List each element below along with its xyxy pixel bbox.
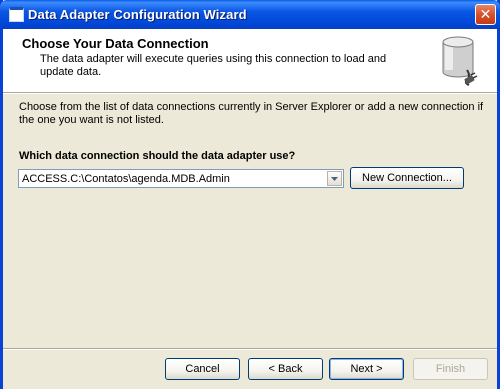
connection-select-value: ACCESS.C:\Contatos\agenda.MDB.Admin [22,173,230,185]
connection-question-label: Which data connection should the data ad… [19,150,296,162]
next-button[interactable]: Next > [329,358,404,380]
close-button[interactable]: ✕ [475,4,496,25]
database-plug-icon [442,36,478,86]
connection-select[interactable]: ACCESS.C:\Contatos\agenda.MDB.Admin [18,169,344,188]
instructions-text: Choose from the list of data connections… [19,101,484,126]
chevron-down-icon[interactable] [327,171,342,186]
new-connection-button[interactable]: New Connection... [350,167,464,189]
footer-divider [3,348,497,350]
page-description: The data adapter will execute queries us… [40,53,387,78]
back-button[interactable]: < Back [248,358,323,380]
close-icon: ✕ [479,6,492,22]
window-icon [9,7,24,22]
title-bar[interactable]: Data Adapter Configuration Wizard ✕ [0,0,500,29]
wizard-window: Data Adapter Configuration Wizard ✕ Choo… [0,0,500,389]
header-divider [3,93,497,94]
page-title: Choose Your Data Connection [22,36,209,51]
window-title: Data Adapter Configuration Wizard [28,7,247,22]
cancel-button[interactable]: Cancel [165,358,240,380]
finish-button[interactable]: Finish [413,358,488,380]
wizard-header: Choose Your Data Connection The data ada… [3,29,497,93]
